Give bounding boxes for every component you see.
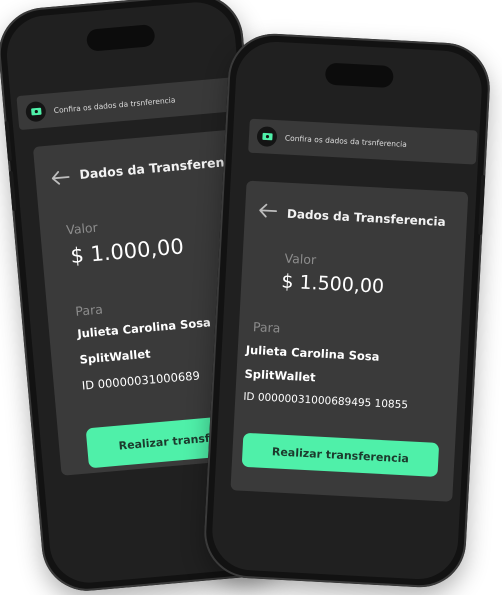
wallet-name: SplitWallet: [79, 346, 152, 367]
value-label: Valor: [65, 219, 99, 238]
money-icon: [256, 126, 278, 148]
to-label: Para: [74, 301, 104, 319]
notch: [324, 62, 394, 89]
side-button: [4, 121, 13, 162]
wallet-name: SplitWallet: [244, 366, 316, 385]
money-icon: [24, 100, 47, 123]
recipient-id: ID 00000031000689495 10855: [243, 390, 409, 412]
card-title: Dados da Transferencia: [286, 206, 447, 230]
recipient-name: Julieta Carolina Sosa: [245, 342, 380, 364]
side-button: [8, 170, 17, 212]
amount: $ 1.500,00: [280, 270, 385, 298]
side-button: [478, 174, 486, 235]
to-label: Para: [252, 319, 281, 336]
notch: [85, 24, 156, 52]
card-title: Dados da Transferencia: [78, 152, 246, 183]
phone-front: Confira os dados da trsnferencia Dados d…: [201, 31, 493, 590]
screen: Confira os dados da trsnferencia Dados d…: [210, 39, 484, 582]
notification-text: Confira os dados da trsnferencia: [53, 94, 176, 115]
value-label: Valor: [284, 250, 317, 268]
back-arrow-icon[interactable]: [51, 170, 70, 186]
transfer-button[interactable]: Realizar transferencia: [241, 432, 440, 477]
notification-text: Confira os dados da trsnferencia: [284, 133, 408, 149]
notification-banner[interactable]: Confira os dados da trsnferencia: [16, 75, 259, 131]
notification-banner[interactable]: Confira os dados da trsnferencia: [248, 118, 478, 165]
recipient-name: Julieta Carolina Sosa: [76, 315, 212, 341]
back-arrow-icon[interactable]: [259, 203, 278, 218]
recipient-id: ID 00000031000689: [81, 368, 201, 393]
amount: $ 1.000,00: [69, 234, 185, 269]
transfer-card: Dados da Transferencia Valor $ 1.500,00 …: [230, 180, 469, 502]
